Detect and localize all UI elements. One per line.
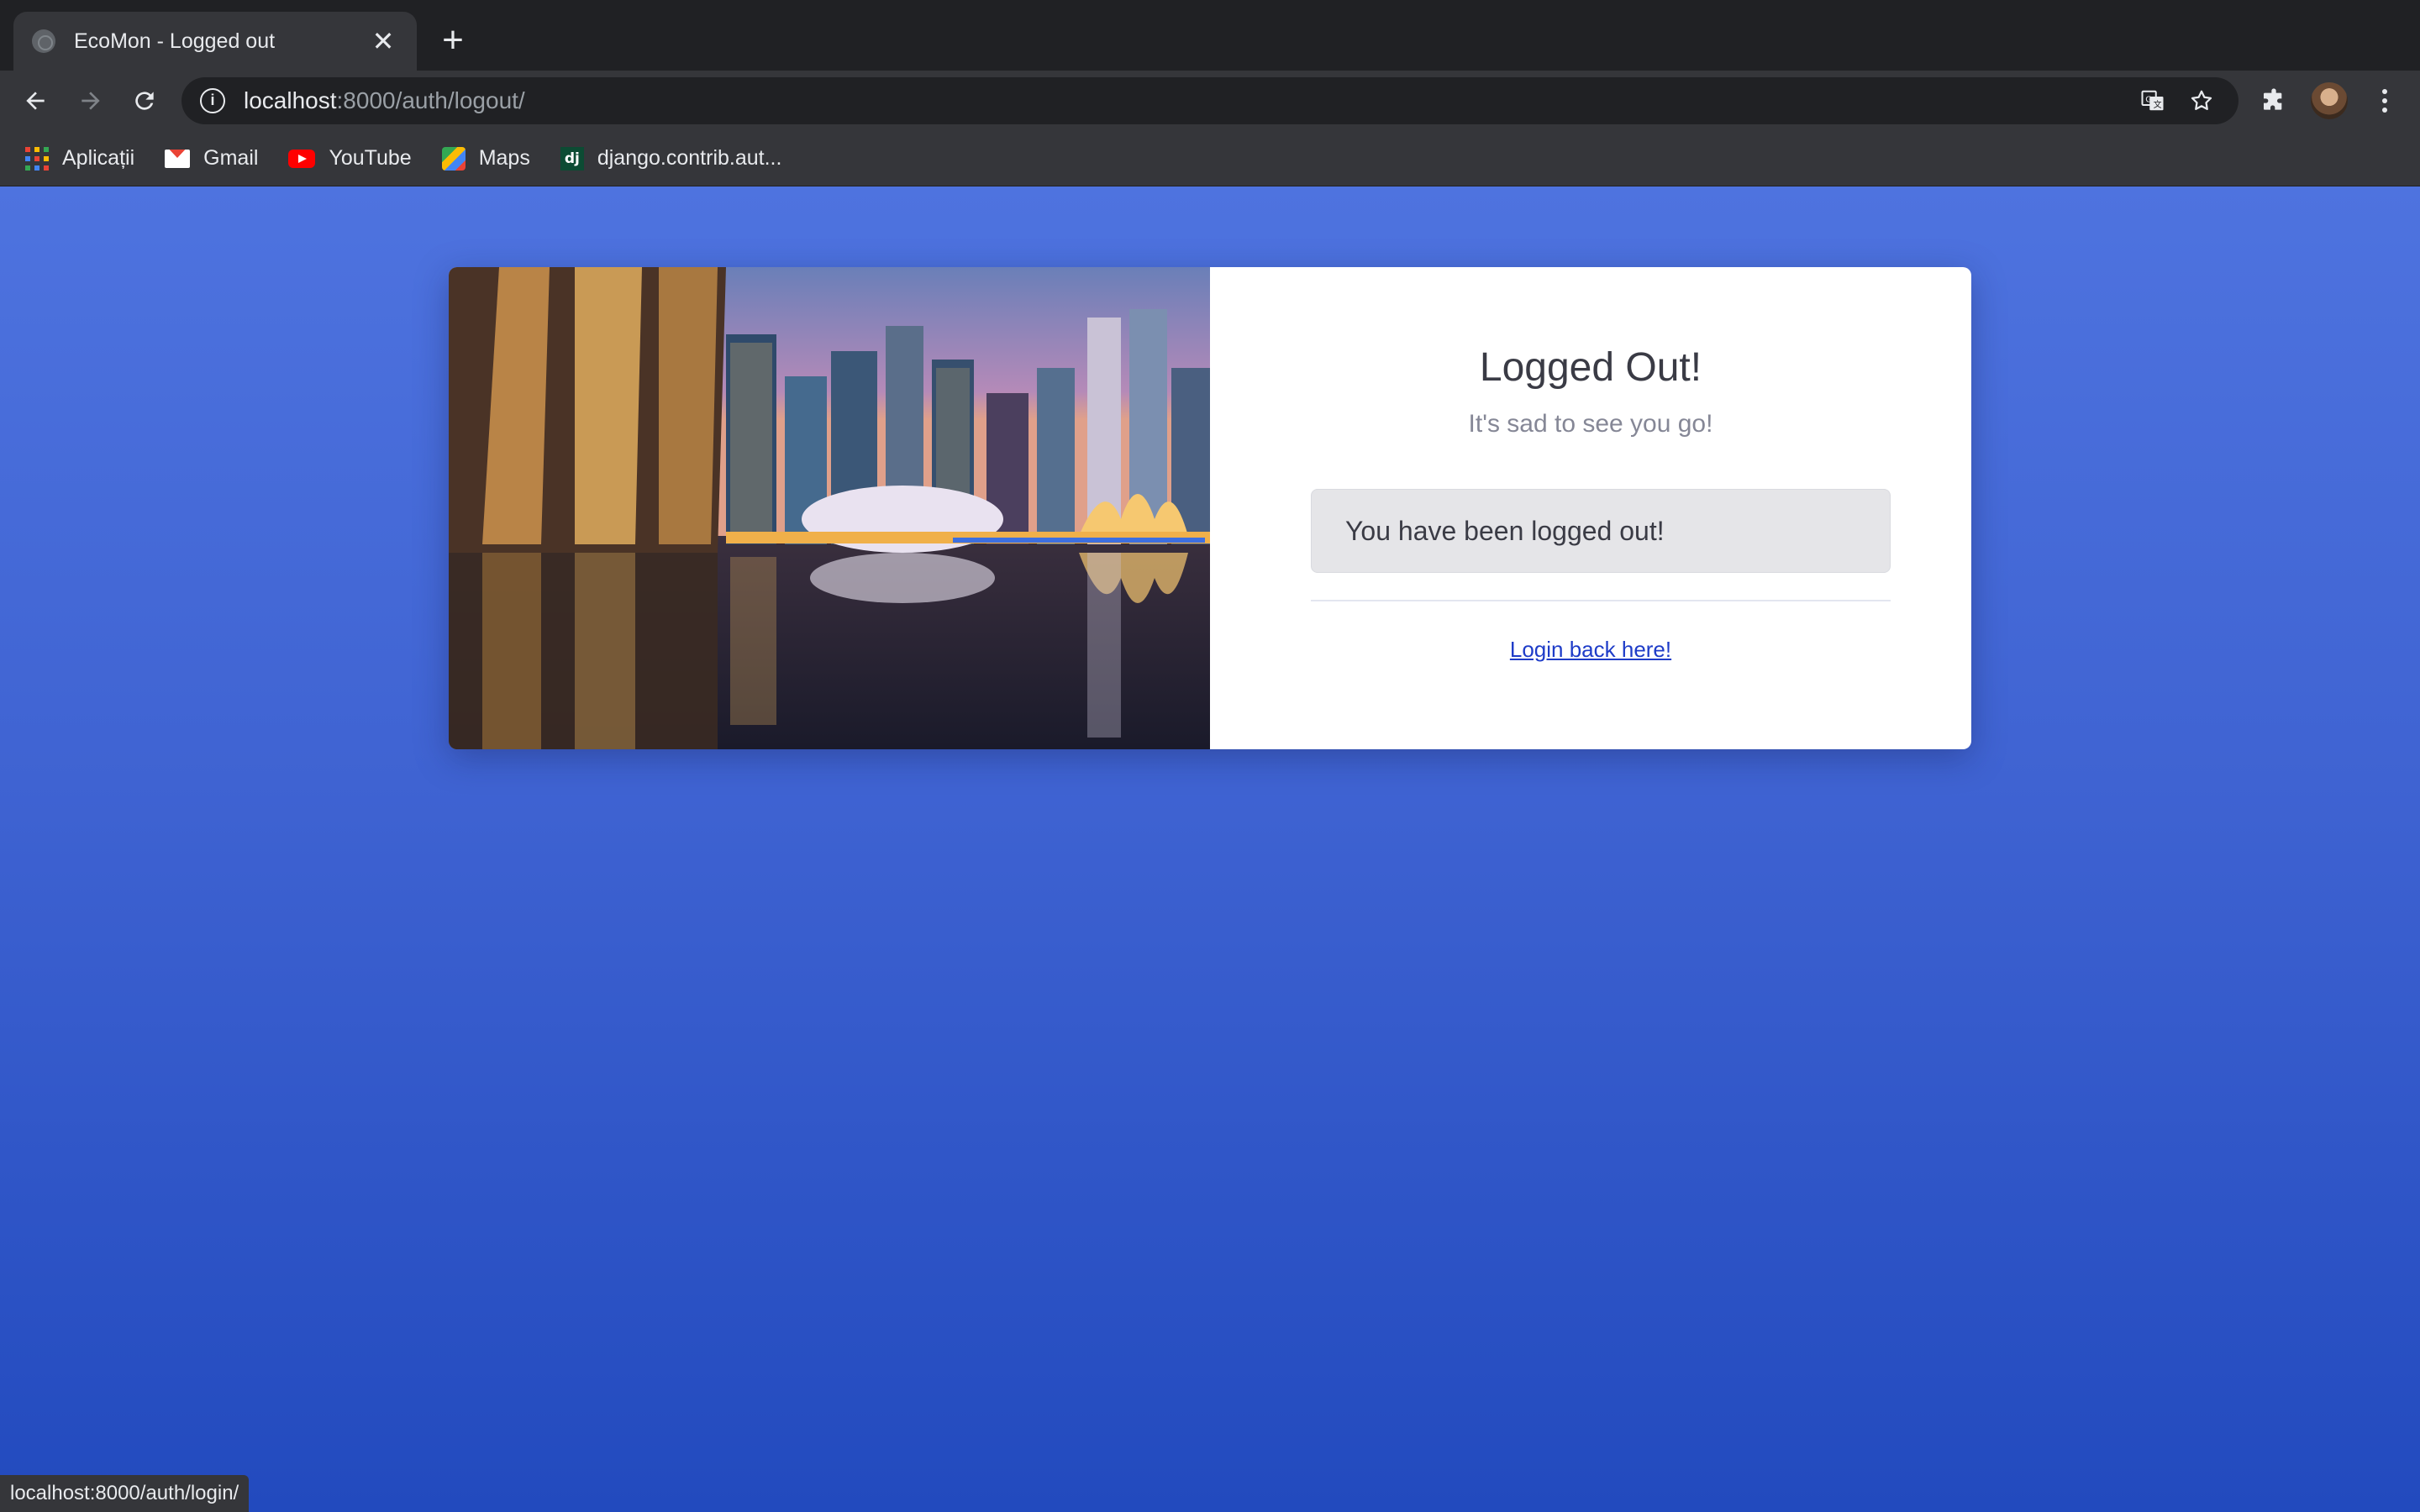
status-url-bubble: localhost:8000/auth/login/ <box>0 1475 250 1512</box>
reload-icon[interactable] <box>126 82 163 119</box>
translate-icon[interactable]: G文 <box>2134 82 2171 119</box>
gmail-icon <box>165 149 191 168</box>
page-background: Logged Out! It's sad to see you go! You … <box>0 186 2420 1512</box>
bookmarks-bar: Aplicații Gmail YouTube Maps dj django.c… <box>0 131 2420 186</box>
maps-icon <box>441 146 466 171</box>
bookmark-django[interactable]: dj django.contrib.aut... <box>560 146 782 171</box>
tab-title: EcoMon - Logged out <box>74 29 276 53</box>
url-text[interactable]: localhost:8000/auth/logout/ <box>244 87 2123 114</box>
divider <box>1311 600 1891 601</box>
forward-arrow-icon[interactable] <box>72 82 109 119</box>
youtube-icon <box>288 149 316 168</box>
page-subtitle: It's sad to see you go! <box>1468 410 1713 438</box>
browser-toolbar: i localhost:8000/auth/logout/ G文 <box>0 71 2420 131</box>
bookmark-apps[interactable]: Aplicații <box>25 146 134 171</box>
site-info-icon[interactable]: i <box>200 88 225 113</box>
address-bar[interactable]: i localhost:8000/auth/logout/ G文 <box>182 77 2238 124</box>
logout-card-body: Logged Out! It's sad to see you go! You … <box>1210 267 1971 749</box>
browser-tab[interactable]: EcoMon - Logged out ✕ <box>13 12 417 71</box>
close-tab-icon[interactable]: ✕ <box>368 26 398 56</box>
bookmark-gmail[interactable]: Gmail <box>165 146 258 171</box>
bookmark-star-icon[interactable] <box>2183 82 2220 119</box>
logout-alert: You have been logged out! <box>1311 489 1891 573</box>
city-skyline-image <box>449 267 1210 749</box>
profile-avatar[interactable] <box>2311 82 2348 119</box>
svg-text:G: G <box>2145 95 2152 104</box>
extensions-puzzle-icon[interactable] <box>2255 82 2292 119</box>
bookmark-youtube[interactable]: YouTube <box>288 146 412 171</box>
svg-text:文: 文 <box>2154 99 2162 110</box>
url-host: localhost <box>244 87 337 113</box>
back-arrow-icon[interactable] <box>17 82 54 119</box>
django-icon: dj <box>560 146 584 171</box>
apps-grid-icon <box>25 146 49 171</box>
tab-strip: EcoMon - Logged out ✕ + <box>0 0 2420 71</box>
logout-card: Logged Out! It's sad to see you go! You … <box>449 267 1971 749</box>
bookmark-maps[interactable]: Maps <box>441 146 530 171</box>
bookmark-label: Maps <box>478 146 530 170</box>
globe-icon <box>32 29 55 53</box>
login-link[interactable]: Login back here! <box>1210 637 1971 663</box>
more-menu-icon[interactable] <box>2366 82 2403 119</box>
page-title: Logged Out! <box>1479 345 1702 390</box>
bookmark-label: django.contrib.aut... <box>597 146 782 170</box>
bookmark-label: YouTube <box>329 146 412 170</box>
bookmark-label: Gmail <box>203 146 259 170</box>
url-path: :8000/auth/logout/ <box>336 87 525 113</box>
bookmark-label: Aplicații <box>62 146 135 170</box>
new-tab-button[interactable]: + <box>434 22 472 60</box>
